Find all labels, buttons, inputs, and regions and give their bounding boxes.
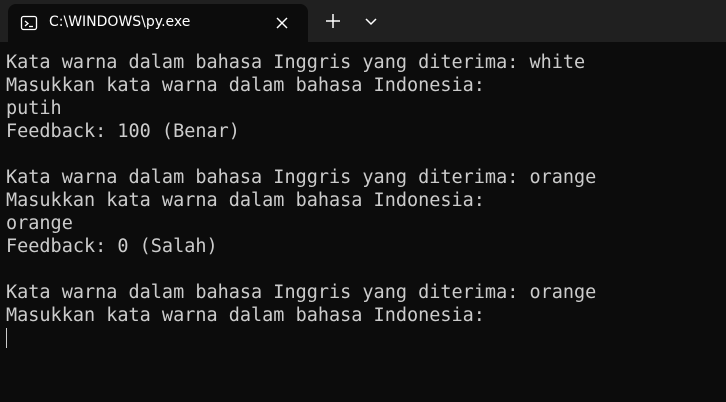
close-icon[interactable]: [272, 13, 292, 33]
text-cursor: [6, 328, 7, 348]
new-tab-button[interactable]: [322, 10, 344, 32]
console-line: Kata warna dalam bahasa Inggris yang dit…: [6, 52, 586, 73]
console-line: Masukkan kata warna dalam bahasa Indones…: [6, 75, 485, 96]
console-output[interactable]: Kata warna dalam bahasa Inggris yang dit…: [0, 42, 726, 402]
console-line: Masukkan kata warna dalam bahasa Indones…: [6, 190, 485, 211]
tab-dropdown-button[interactable]: [360, 10, 382, 32]
console-line: Feedback: 100 (Benar): [6, 121, 240, 142]
console-line: orange: [6, 213, 73, 234]
tab-bar: C:\WINDOWS\py.exe: [0, 0, 726, 42]
console-line: Masukkan kata warna dalam bahasa Indones…: [6, 305, 485, 326]
chevron-down-icon: [365, 18, 377, 26]
console-line: Kata warna dalam bahasa Inggris yang dit…: [6, 167, 597, 188]
terminal-icon: [20, 14, 38, 32]
console-lines: Kata warna dalam bahasa Inggris yang dit…: [6, 51, 596, 327]
tab-py-exe[interactable]: C:\WINDOWS\py.exe: [8, 4, 308, 42]
tab-title: C:\WINDOWS\py.exe: [49, 14, 191, 30]
plus-icon: [326, 14, 340, 28]
console-line: putih: [6, 98, 62, 119]
terminal-window: C:\WINDOWS\py.exe Kata warna dalam bahas…: [0, 0, 726, 402]
console-line: Kata warna dalam bahasa Inggris yang dit…: [6, 282, 597, 303]
console-line: Feedback: 0 (Salah): [6, 236, 218, 257]
